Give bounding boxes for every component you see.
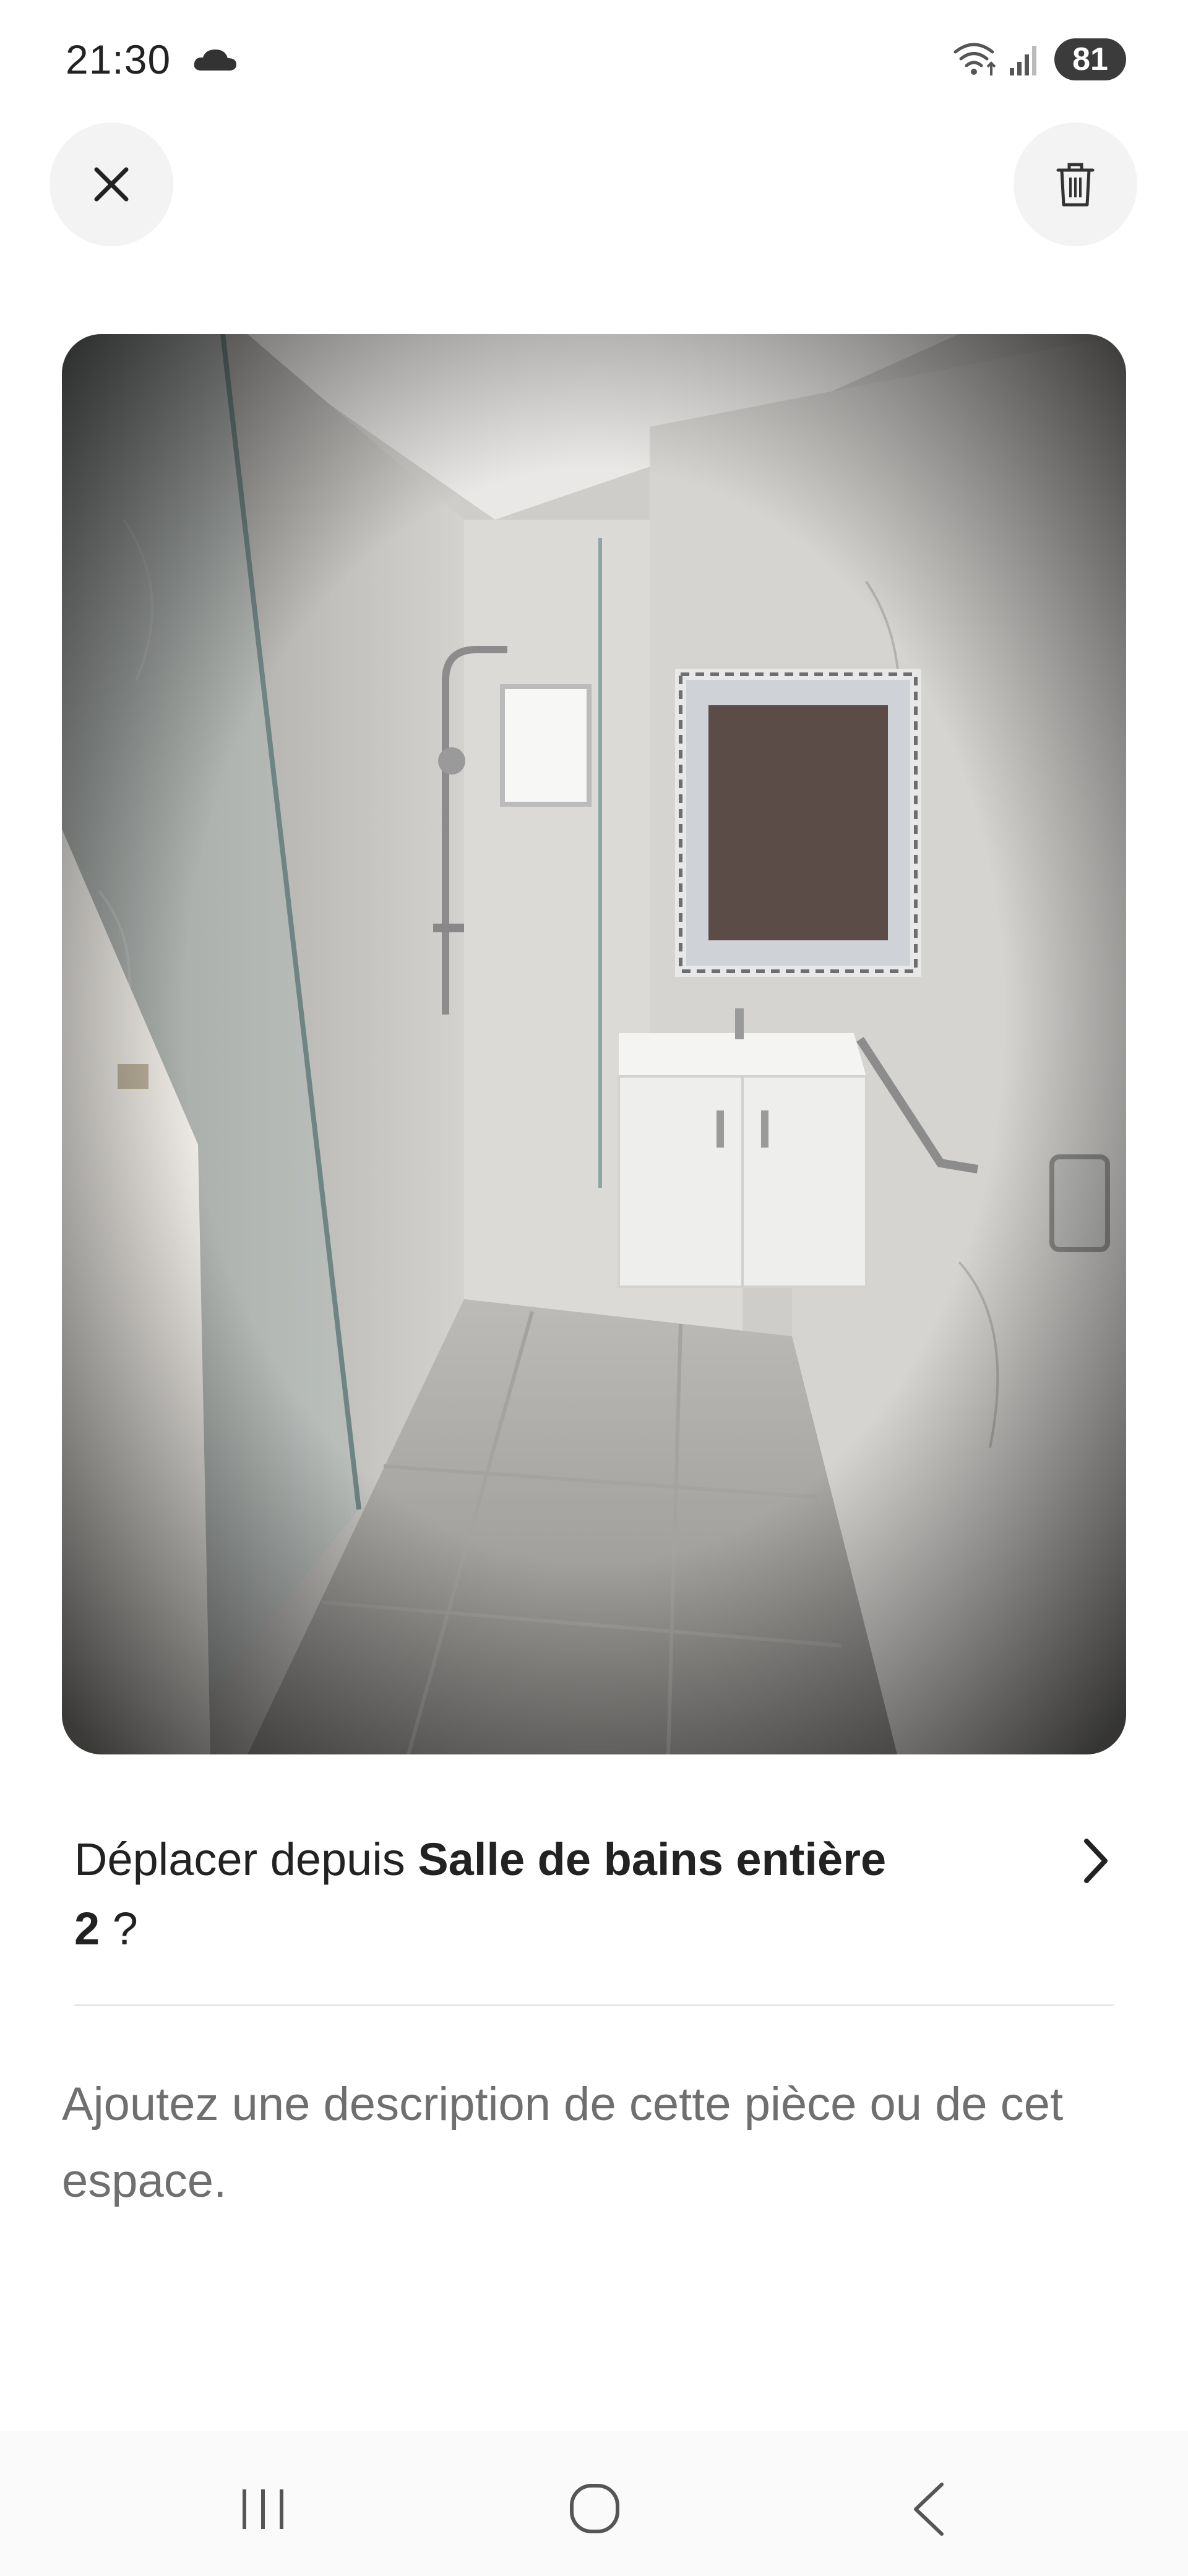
room-name: Salle de bains entière	[418, 1834, 887, 1885]
trash-icon	[1056, 163, 1095, 207]
status-bar: 21:30 81	[0, 0, 1188, 118]
room-photo[interactable]	[62, 334, 1126, 1754]
status-time: 21:30	[66, 36, 171, 82]
signal-icon	[1010, 46, 1036, 75]
delete-button[interactable]	[1014, 122, 1137, 246]
recent-apps-icon[interactable]	[235, 2484, 291, 2534]
cloud-icon	[194, 49, 236, 71]
battery-level: 81	[1054, 38, 1126, 80]
system-nav-bar	[0, 2431, 1188, 2576]
home-icon[interactable]	[567, 2481, 622, 2536]
bathroom-photo	[62, 334, 1126, 1754]
chevron-right-icon	[1084, 1839, 1108, 1883]
close-icon	[94, 167, 129, 202]
move-suffix: ?	[100, 1903, 138, 1954]
wifi-icon	[953, 43, 996, 75]
room-number: 2	[74, 1903, 100, 1954]
divider	[74, 2004, 1114, 2006]
move-room-row[interactable]: Déplacer depuis Salle de bains entière 2 …	[74, 1825, 1114, 1955]
back-icon[interactable]	[907, 2479, 950, 2539]
close-button[interactable]	[50, 122, 173, 246]
description-input[interactable]: Ajoutez une description de cette pièce o…	[62, 2066, 1126, 2220]
move-prefix: Déplacer depuis	[74, 1834, 418, 1885]
move-room-text: Déplacer depuis Salle de bains entière 2 …	[74, 1825, 990, 1964]
